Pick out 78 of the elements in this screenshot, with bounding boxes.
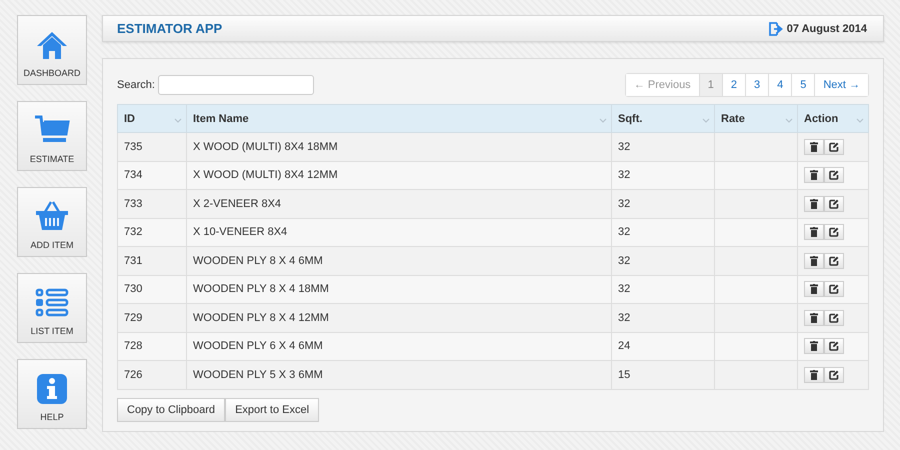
sort-icon <box>599 118 607 123</box>
table-cell: 729 <box>118 304 186 332</box>
column-header[interactable]: Sqft. <box>612 104 714 132</box>
column-header[interactable]: Item Name <box>186 104 612 132</box>
delete-button[interactable] <box>804 167 824 184</box>
edit-button[interactable] <box>824 138 844 155</box>
trash-icon <box>810 227 818 238</box>
app-title: ESTIMATOR APP <box>117 21 222 36</box>
edit-button[interactable] <box>824 167 844 184</box>
export-button[interactable]: Copy to Clipboard <box>117 398 226 422</box>
edit-button[interactable] <box>824 310 844 326</box>
edit-button[interactable] <box>824 281 844 298</box>
table-cell: X WOOD (MULTI) 8X4 18MM <box>186 132 612 161</box>
table-cell: 32 <box>612 304 714 332</box>
edit-icon <box>829 227 839 238</box>
table-cell: WOODEN PLY 8 X 4 12MM <box>186 304 612 332</box>
table-cell: 32 <box>612 132 714 161</box>
trash-icon <box>810 256 818 266</box>
delete-button[interactable] <box>804 338 824 354</box>
table-cell: WOODEN PLY 5 X 3 6MM <box>186 360 612 389</box>
edit-icon <box>829 370 839 380</box>
sidebar-item[interactable]: LIST ITEM <box>17 273 87 343</box>
edit-button[interactable] <box>824 224 844 240</box>
table-cell: 731 <box>118 246 186 275</box>
trash-icon <box>810 312 818 323</box>
pagination-link[interactable]: Next → <box>814 74 868 96</box>
sort-icon <box>785 118 793 123</box>
edit-icon <box>829 284 839 294</box>
edit-icon <box>829 312 839 323</box>
list-icon <box>35 288 69 318</box>
delete-button[interactable] <box>804 138 824 155</box>
basket-icon <box>35 200 69 232</box>
edit-icon <box>829 341 839 352</box>
logout-icon[interactable] <box>768 22 783 36</box>
date-label: 07 August 2014 <box>786 22 867 34</box>
trash-icon <box>810 198 818 209</box>
column-header[interactable]: ID <box>118 104 186 132</box>
column-header[interactable]: Rate <box>714 104 798 132</box>
delete-button[interactable] <box>804 252 824 269</box>
home-icon <box>35 30 69 60</box>
sidebar-item[interactable]: HELP <box>17 359 87 429</box>
edit-button[interactable] <box>824 252 844 269</box>
table-cell: 726 <box>118 360 186 389</box>
edit-icon <box>829 256 839 266</box>
sidebar-item[interactable]: DASHBOARD <box>17 15 87 85</box>
delete-button[interactable] <box>804 366 824 383</box>
delete-button[interactable] <box>804 281 824 298</box>
edit-icon <box>829 170 839 180</box>
sidebar-item[interactable]: ESTIMATE <box>17 101 87 171</box>
sidebar-item[interactable]: ADD ITEM <box>17 187 87 257</box>
trash-icon <box>810 284 818 294</box>
table-cell: 15 <box>612 360 714 389</box>
search-field[interactable] <box>158 75 314 95</box>
sort-icon <box>702 118 710 123</box>
table-cell: WOODEN PLY 8 X 4 6MM <box>186 246 612 275</box>
delete-button[interactable] <box>804 224 824 240</box>
table-cell: 32 <box>612 190 714 218</box>
table-cell: 735 <box>118 132 186 161</box>
table-cell: X 2-VENEER 8X4 <box>186 190 612 218</box>
table-cell: 32 <box>612 246 714 275</box>
column-header[interactable]: Action <box>798 104 868 132</box>
trash-icon <box>810 142 818 152</box>
search-label: Search: <box>117 79 155 91</box>
sort-icon <box>856 118 864 123</box>
sort-icon <box>174 118 182 123</box>
delete-button[interactable] <box>804 310 824 326</box>
edit-button[interactable] <box>824 196 844 212</box>
edit-icon <box>829 142 839 152</box>
delete-button[interactable] <box>804 196 824 212</box>
info-icon <box>37 374 67 404</box>
export-button[interactable]: Export to Excel <box>225 398 320 422</box>
edit-button[interactable] <box>824 338 844 354</box>
table-cell: 733 <box>118 190 186 218</box>
trash-icon <box>810 370 818 380</box>
trash-icon <box>810 341 818 352</box>
edit-icon <box>829 198 839 209</box>
edit-button[interactable] <box>824 366 844 383</box>
trash-icon <box>810 170 818 180</box>
